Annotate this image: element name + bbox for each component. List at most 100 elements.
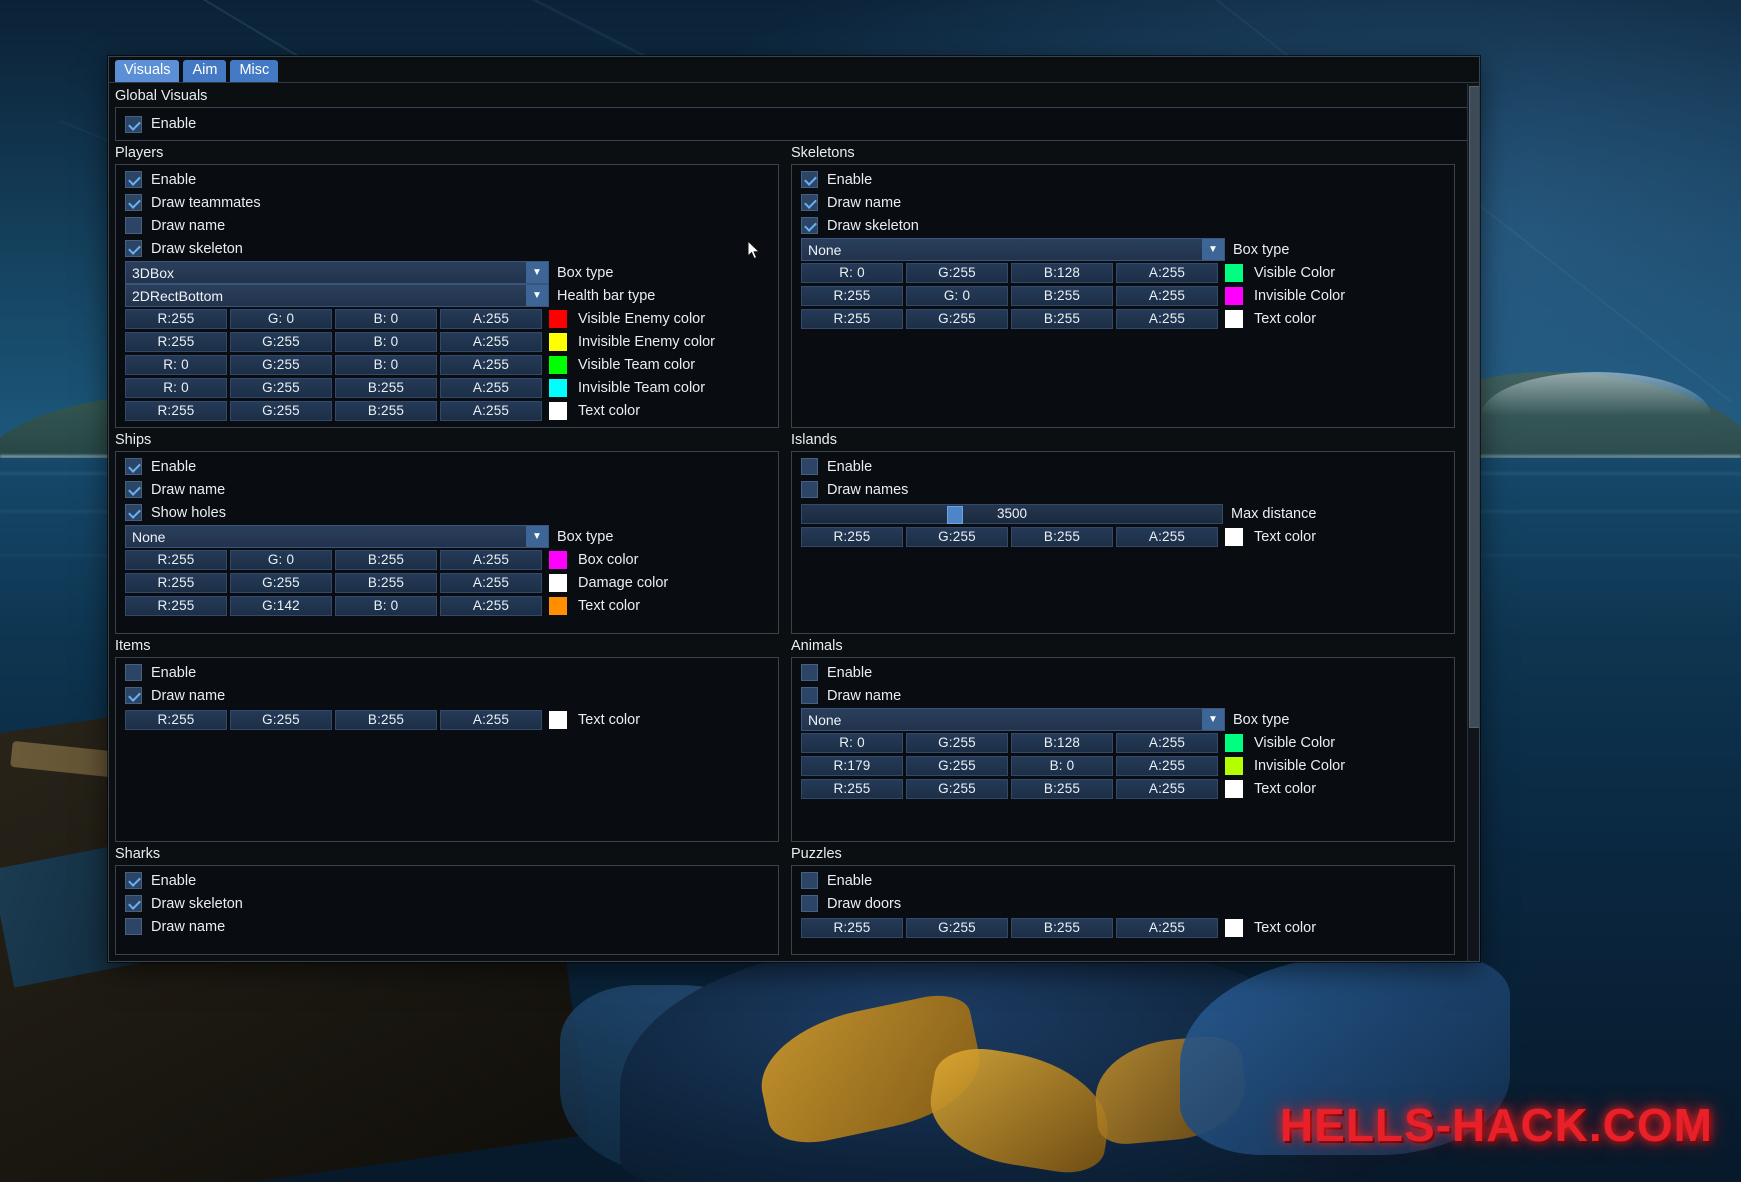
color-g-field[interactable]: G:255 (230, 400, 332, 421)
color-g-field[interactable]: G:255 (906, 262, 1008, 283)
checkbox-icon[interactable] (801, 895, 818, 912)
color-a-field[interactable]: A:255 (440, 377, 542, 398)
color-swatch[interactable] (1224, 285, 1244, 306)
color-g-field[interactable]: G:255 (906, 778, 1008, 799)
color-swatch[interactable] (1224, 917, 1244, 938)
checkbox-animals-enable[interactable]: Enable (792, 661, 1454, 684)
color-a-field[interactable]: A:255 (1116, 778, 1218, 799)
color-b-field[interactable]: B:255 (335, 572, 437, 593)
color-g-field[interactable]: G: 0 (230, 308, 332, 329)
color-row-visible-enemy[interactable]: R:255 G: 0 B: 0 A:255 Visible Enemy colo… (125, 308, 778, 329)
slider-islands-max-distance[interactable]: 3500 Max distance (801, 503, 1454, 524)
vertical-scrollbar[interactable] (1467, 84, 1479, 961)
scrollbar-thumb[interactable] (1469, 86, 1479, 728)
color-r-field[interactable]: R: 0 (801, 732, 903, 753)
checkbox-global-enable[interactable]: Enable (116, 108, 1472, 140)
checkbox-icon[interactable] (801, 687, 818, 704)
color-row-animals-text[interactable]: R:255 G:255 B:255 A:255 Text color (801, 778, 1454, 799)
tab-visuals[interactable]: Visuals (115, 60, 180, 82)
color-r-field[interactable]: R:255 (801, 308, 903, 329)
color-g-field[interactable]: G:255 (906, 917, 1008, 938)
color-b-field[interactable]: B:128 (1011, 732, 1113, 753)
color-r-field[interactable]: R:255 (801, 917, 903, 938)
color-swatch[interactable] (548, 331, 568, 352)
color-b-field[interactable]: B:255 (335, 400, 437, 421)
color-swatch[interactable] (1224, 755, 1244, 776)
checkbox-icon[interactable] (801, 217, 818, 234)
color-b-field[interactable]: B:255 (335, 549, 437, 570)
color-r-field[interactable]: R: 0 (801, 262, 903, 283)
checkbox-puzzles-draw-doors[interactable]: Draw doors (792, 892, 1454, 915)
chevron-down-icon[interactable]: ▼ (526, 526, 548, 547)
chevron-down-icon[interactable]: ▼ (526, 285, 548, 306)
chevron-down-icon[interactable]: ▼ (526, 262, 548, 283)
color-r-field[interactable]: R:255 (125, 308, 227, 329)
color-g-field[interactable]: G:255 (906, 526, 1008, 547)
tab-misc[interactable]: Misc (230, 60, 279, 82)
checkbox-islands-enable[interactable]: Enable (792, 455, 1454, 478)
color-b-field[interactable]: B: 0 (335, 595, 437, 616)
chevron-down-icon[interactable]: ▼ (1202, 709, 1224, 730)
checkbox-icon[interactable] (125, 895, 142, 912)
color-swatch[interactable] (548, 572, 568, 593)
color-row-ships-text[interactable]: R:255 G:142 B: 0 A:255 Text color (125, 595, 778, 616)
color-r-field[interactable]: R:255 (125, 549, 227, 570)
color-swatch[interactable] (548, 400, 568, 421)
color-a-field[interactable]: A:255 (1116, 917, 1218, 938)
combo-players-health-bar-type[interactable]: 2DRectBottom ▼ Health bar type (125, 284, 778, 307)
checkbox-skeletons-draw-name[interactable]: Draw name (792, 191, 1454, 214)
color-r-field[interactable]: R:255 (125, 331, 227, 352)
color-r-field[interactable]: R:255 (125, 400, 227, 421)
color-a-field[interactable]: A:255 (1116, 755, 1218, 776)
color-swatch[interactable] (548, 709, 568, 730)
color-g-field[interactable]: G:255 (230, 377, 332, 398)
checkbox-animals-draw-name[interactable]: Draw name (792, 684, 1454, 707)
chevron-down-icon[interactable]: ▼ (1202, 239, 1224, 260)
color-a-field[interactable]: A:255 (440, 709, 542, 730)
checkbox-icon[interactable] (125, 664, 142, 681)
color-r-field[interactable]: R:255 (125, 709, 227, 730)
color-row-puzzles-text[interactable]: R:255 G:255 B:255 A:255 Text color (801, 917, 1454, 938)
color-g-field[interactable]: G:255 (230, 572, 332, 593)
color-swatch[interactable] (548, 354, 568, 375)
color-a-field[interactable]: A:255 (1116, 285, 1218, 306)
checkbox-icon[interactable] (125, 240, 142, 257)
combo-players-box-type[interactable]: 3DBox ▼ Box type (125, 261, 778, 284)
color-swatch[interactable] (548, 377, 568, 398)
checkbox-icon[interactable] (125, 687, 142, 704)
checkbox-items-enable[interactable]: Enable (116, 661, 778, 684)
color-row-invisible-enemy[interactable]: R:255 G:255 B: 0 A:255 Invisible Enemy c… (125, 331, 778, 352)
color-swatch[interactable] (1224, 526, 1244, 547)
color-row-invisible-team[interactable]: R: 0 G:255 B:255 A:255 Invisible Team co… (125, 377, 778, 398)
slider-thumb[interactable] (947, 505, 963, 524)
color-r-field[interactable]: R:255 (125, 595, 227, 616)
color-row-players-text[interactable]: R:255 G:255 B:255 A:255 Text color (125, 400, 778, 421)
color-b-field[interactable]: B:255 (1011, 285, 1113, 306)
color-b-field[interactable]: B:128 (1011, 262, 1113, 283)
color-r-field[interactable]: R: 0 (125, 354, 227, 375)
color-r-field[interactable]: R: 0 (125, 377, 227, 398)
color-b-field[interactable]: B:255 (1011, 308, 1113, 329)
checkbox-icon[interactable] (801, 194, 818, 211)
color-row-animals-visible[interactable]: R: 0 G:255 B:128 A:255 Visible Color (801, 732, 1454, 753)
checkbox-sharks-draw-name[interactable]: Draw name (116, 915, 778, 938)
combo-skeletons-box-type[interactable]: None ▼ Box type (801, 238, 1454, 261)
checkbox-ships-enable[interactable]: Enable (116, 455, 778, 478)
color-g-field[interactable]: G:255 (230, 709, 332, 730)
color-b-field[interactable]: B:255 (335, 709, 437, 730)
checkbox-skeletons-draw-skeleton[interactable]: Draw skeleton (792, 214, 1454, 237)
checkbox-skeletons-enable[interactable]: Enable (792, 168, 1454, 191)
color-g-field[interactable]: G: 0 (906, 285, 1008, 306)
checkbox-players-draw-name[interactable]: Draw name (116, 214, 778, 237)
color-a-field[interactable]: A:255 (440, 400, 542, 421)
checkbox-icon[interactable] (801, 171, 818, 188)
checkbox-icon[interactable] (125, 217, 142, 234)
checkbox-puzzles-enable[interactable]: Enable (792, 869, 1454, 892)
tab-aim[interactable]: Aim (183, 60, 227, 82)
color-row-visible-team[interactable]: R: 0 G:255 B: 0 A:255 Visible Team color (125, 354, 778, 375)
color-a-field[interactable]: A:255 (440, 572, 542, 593)
color-swatch[interactable] (548, 549, 568, 570)
checkbox-icon[interactable] (125, 504, 142, 521)
checkbox-icon[interactable] (125, 481, 142, 498)
color-b-field[interactable]: B:255 (1011, 917, 1113, 938)
